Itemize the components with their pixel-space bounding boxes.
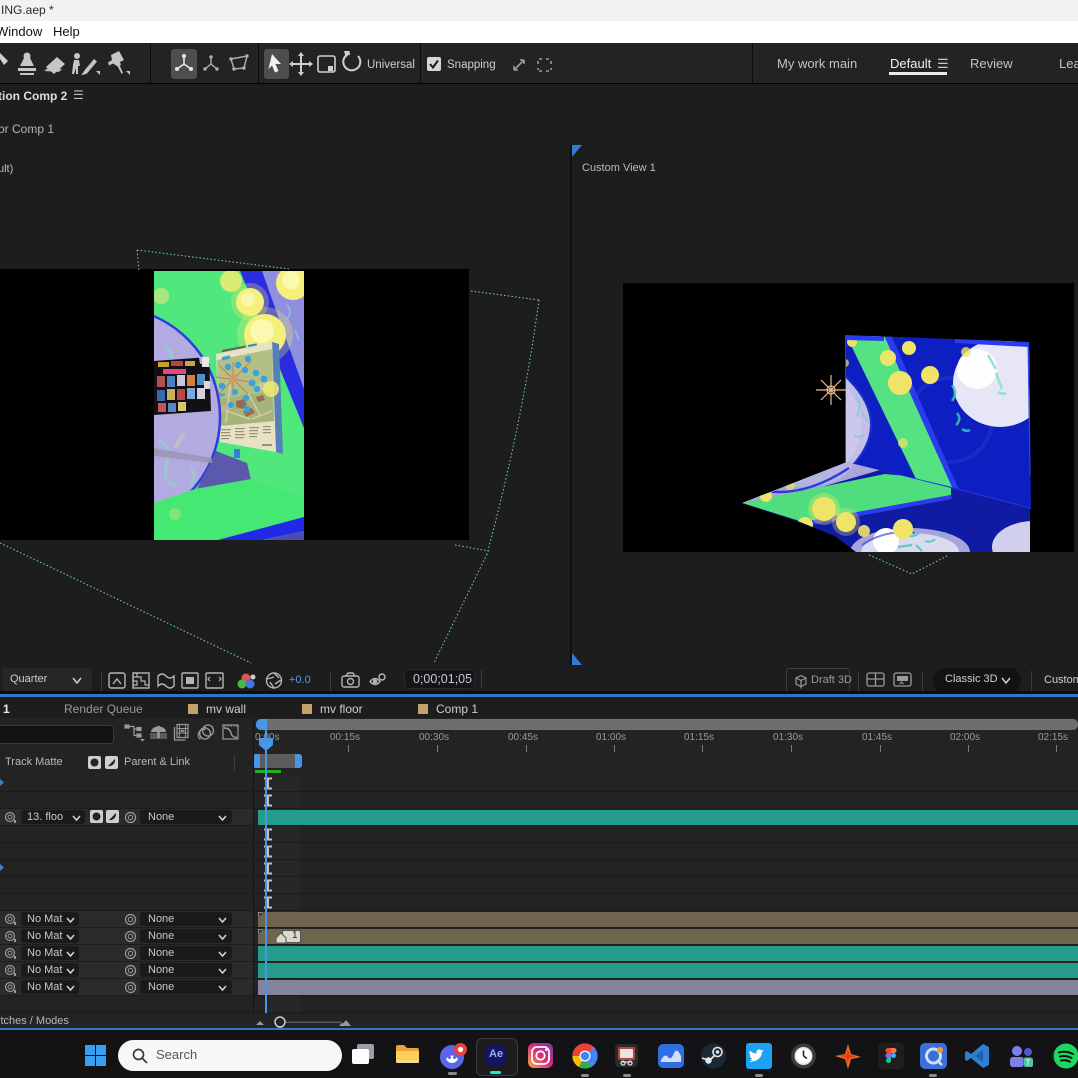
- svg-text:T: T: [1026, 1059, 1031, 1068]
- svg-text:Snapping: Snapping: [447, 59, 496, 71]
- svg-text:Universal: Universal: [367, 59, 415, 71]
- svg-text:Custom View 1: Custom View 1: [582, 162, 656, 174]
- svg-text:ult): ult): [0, 163, 13, 175]
